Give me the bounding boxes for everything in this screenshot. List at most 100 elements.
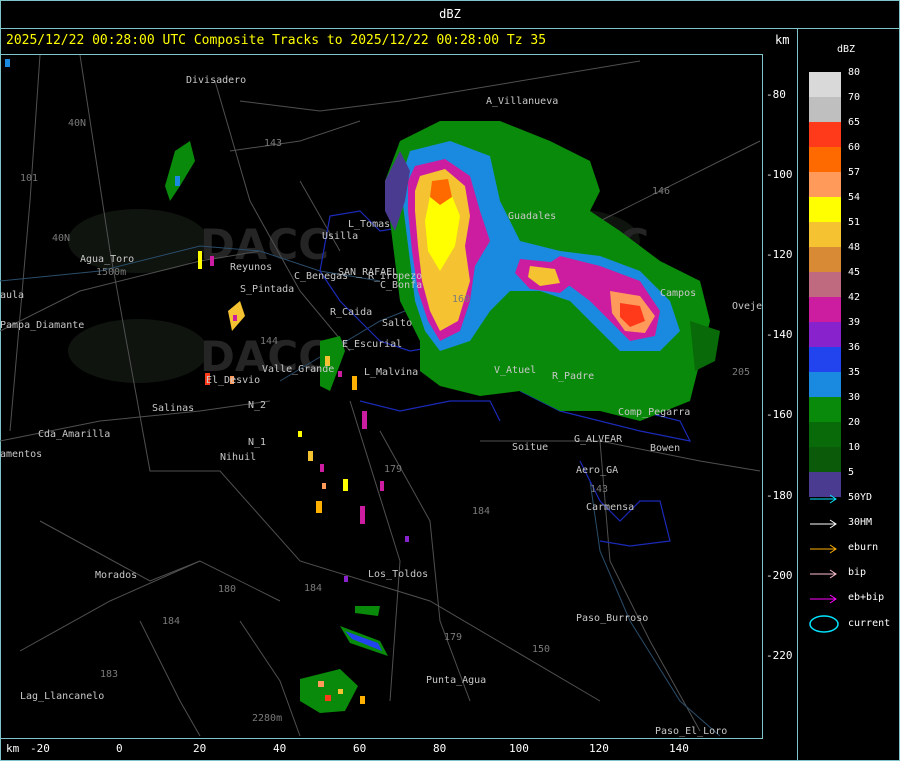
track-legend-label: eburn — [848, 542, 879, 553]
legend-value: 5 — [848, 467, 855, 478]
y-tick: -140 — [766, 328, 793, 341]
radar-subtitle: 2025/12/22 00:28:00 UTC Composite Tracks… — [6, 33, 547, 48]
legend-value: 30 — [848, 392, 861, 403]
route-label: 205 — [732, 367, 750, 378]
legend-swatch — [809, 247, 841, 272]
km-unit-label: km — [775, 33, 790, 47]
place-label: L_Tomas — [348, 219, 390, 230]
legend-value: 45 — [848, 267, 861, 278]
legend-swatch — [809, 347, 841, 372]
legend-value: 65 — [848, 117, 861, 128]
legend-swatch — [809, 147, 841, 172]
place-label: E_Escurial — [342, 339, 402, 350]
track-arrow-icon — [810, 594, 837, 604]
x-tick: 20 — [193, 742, 207, 755]
place-label: Ovejer — [732, 301, 762, 312]
place-label: Campos — [660, 288, 696, 299]
legend-swatch — [809, 197, 841, 222]
y-tick: -180 — [766, 489, 793, 502]
legend-swatch — [809, 272, 841, 297]
place-label: Divisadero — [186, 75, 246, 86]
legend-swatch — [809, 72, 841, 97]
place-label: V_Atuel — [494, 365, 536, 376]
legend-value: 48 — [848, 242, 861, 253]
place-label: Carmensa — [586, 502, 634, 513]
place-label: Soitue — [512, 442, 548, 453]
legend-value: 35 — [848, 367, 861, 378]
track-legend-label: bip — [848, 567, 867, 578]
place-label: Morados — [95, 570, 137, 581]
x-tick: 100 — [509, 742, 529, 755]
legend-value: 20 — [848, 417, 861, 428]
place-label: Bowen — [650, 443, 680, 454]
x-tick: 0 — [116, 742, 123, 755]
x-tick: 40 — [273, 742, 287, 755]
legend-swatch — [809, 222, 841, 247]
legend-title: dBZ — [837, 44, 856, 55]
place-label: Nihuil — [220, 452, 256, 463]
track-arrow-icon — [810, 519, 837, 529]
track-arrow-icon — [810, 494, 837, 504]
place-label: Paso_Burroso — [576, 613, 648, 624]
storm-cell-scattered — [5, 59, 409, 713]
x-tick: 140 — [669, 742, 689, 755]
place-label: A_Villanueva — [486, 96, 558, 107]
route-label: 160 — [452, 294, 470, 305]
legend-swatch — [809, 297, 841, 322]
legend-swatch — [809, 422, 841, 447]
legend-value: 42 — [848, 292, 861, 303]
place-label: R_Iropezo — [368, 271, 422, 282]
window-title: dBZ — [0, 0, 900, 29]
place-label: Usilla — [322, 231, 358, 242]
radar-map-svg[interactable]: DACC DACC DACC DACC — [0, 54, 768, 738]
legend-value: 39 — [848, 317, 861, 328]
place-label: Agua_Toro — [80, 254, 134, 265]
route-label: 150 — [532, 644, 550, 655]
current-legend-label: current — [848, 618, 891, 629]
place-label: C_Benegas — [294, 271, 348, 282]
y-tick: -200 — [766, 569, 793, 582]
route-label: 2280m — [252, 713, 282, 724]
place-label: N_2 — [248, 400, 266, 411]
place-label: Lag_Llancanelo — [20, 691, 104, 702]
legend-value: 57 — [848, 167, 861, 178]
x-tick: 60 — [353, 742, 367, 755]
legend-value: 70 — [848, 92, 861, 103]
track-legend-label: 50YD — [848, 492, 873, 503]
place-label: Comp_Pegarra — [618, 407, 690, 418]
route-label: 179 — [444, 632, 462, 643]
track-legend-label: eb+bip — [848, 592, 885, 603]
place-label: Valle_Grande — [262, 364, 334, 375]
y-tick: -80 — [766, 88, 786, 101]
place-label: Salto — [382, 318, 412, 329]
legend-divider — [797, 28, 798, 761]
route-label: 40N — [52, 233, 70, 244]
track-arrow-icon — [810, 544, 837, 554]
legend-value: 80 — [848, 67, 861, 78]
legend-swatch — [809, 447, 841, 472]
track-arrow-icon — [810, 569, 837, 579]
route-label: 144 — [260, 336, 278, 347]
current-ellipse-icon — [809, 615, 839, 633]
place-label: Paso_El_Loro — [655, 726, 727, 737]
place-label: S_Pintada — [240, 284, 294, 295]
km-unit-bottom: km — [6, 742, 20, 755]
legend-swatch — [809, 97, 841, 122]
route-label: 1500m — [96, 267, 126, 278]
place-label: Cda_Amarilla — [38, 429, 110, 440]
legend-value: 36 — [848, 342, 861, 353]
legend-swatch — [809, 122, 841, 147]
place-label: Guadales — [508, 211, 556, 222]
place-label: N_1 — [248, 437, 266, 448]
x-tick: 120 — [589, 742, 609, 755]
place-label: R_Padre — [552, 371, 594, 382]
route-label: 146 — [652, 186, 670, 197]
place-label: El_Desvio — [206, 375, 260, 386]
route-label: 184 — [162, 616, 180, 627]
radar-map[interactable]: DACC DACC DACC DACC — [0, 54, 768, 739]
route-label: 101 — [20, 173, 38, 184]
legend-value: 60 — [848, 142, 861, 153]
place-label: R_Caida — [330, 307, 372, 318]
legend-swatch — [809, 397, 841, 422]
route-label: 179 — [384, 464, 402, 475]
